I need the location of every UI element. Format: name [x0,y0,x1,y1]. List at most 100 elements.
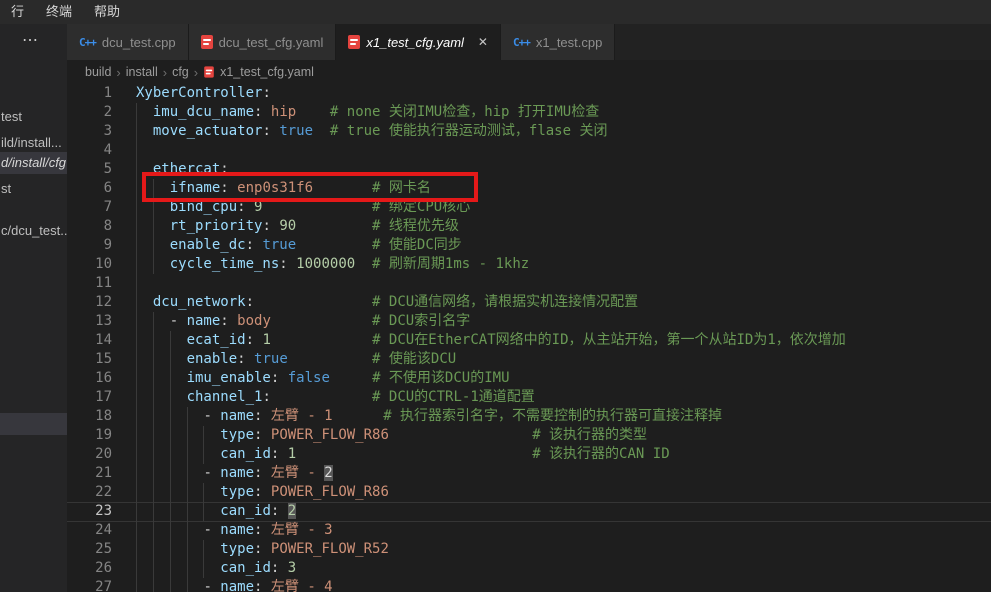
sidebar-list-item[interactable] [0,413,67,435]
code-token: # 执行器索引名字，不需要控制的执行器可直接注释掉 [383,408,722,424]
code-line: 27 - name: 左臂 - 4 [67,578,991,592]
code-line-content [136,141,991,160]
code-token: enp0s31f6 [237,180,313,196]
breadcrumb-item-cfg[interactable]: cfg [172,65,189,79]
line-number[interactable]: 11 [67,274,136,293]
code-token [136,123,153,139]
more-actions-icon[interactable]: ⋯ [22,30,39,50]
code-token [262,199,372,215]
code-line-content: imu_enable: false # 不使用该DCU的IMU [136,369,991,388]
line-number[interactable]: 13 [67,312,136,331]
code-token: # DCU索引名字 [372,313,470,329]
breadcrumb-item-build[interactable]: build [85,65,111,79]
line-number[interactable]: 2 [67,103,136,122]
line-number[interactable]: 5 [67,160,136,179]
sidebar-list-item[interactable]: test [0,106,67,128]
code-line: 5 ethercat: [67,160,991,179]
code-token: move_actuator [153,123,263,139]
sidebar-list-item[interactable]: ild/install... [0,132,67,154]
code-token [288,256,296,272]
line-number[interactable]: 25 [67,540,136,559]
code-token: - [203,465,220,481]
code-token [262,465,270,481]
tab-x1_test_cfg.yaml[interactable]: x1_test_cfg.yaml✕ [336,24,501,60]
code-line-content: can_id: 2 [136,502,991,521]
line-number[interactable]: 4 [67,141,136,160]
line-number[interactable]: 8 [67,217,136,236]
line-number[interactable]: 16 [67,369,136,388]
code-token: channel_1 [187,389,263,405]
line-number[interactable]: 9 [67,236,136,255]
code-token: - [203,579,220,592]
code-token: hip [271,104,296,120]
breadcrumb-item-file[interactable]: x1_test_cfg.yaml [220,65,314,79]
line-number[interactable]: 22 [67,483,136,502]
line-number[interactable]: 6 [67,179,136,198]
code-token: enable_dc [170,237,246,253]
tab-x1_test.cpp[interactable]: C++x1_test.cpp [501,24,615,60]
sidebar-list-item[interactable]: st [0,178,67,200]
sidebar-list-item[interactable]: c/dcu_test... [0,220,67,242]
menu-item-帮助[interactable]: 帮助 [85,0,129,24]
code-token: : [220,180,228,196]
tab-dcu_test_cfg.yaml[interactable]: dcu_test_cfg.yaml [189,24,337,60]
line-number[interactable]: 27 [67,578,136,592]
code-line-content: XyberController: [136,84,991,103]
code-line-content: - name: body # DCU索引名字 [136,312,991,331]
code-token: 1 [262,332,270,348]
code-line-content: - name: 左臂 - 3 [136,521,991,540]
line-number[interactable]: 19 [67,426,136,445]
code-token: rt_priority [170,218,263,234]
code-token [262,484,270,500]
menu-item-行[interactable]: 行 [2,0,33,24]
line-number[interactable]: 12 [67,293,136,312]
line-number[interactable]: 7 [67,198,136,217]
code-token: 2 [324,465,332,481]
code-token [136,446,220,462]
code-token: enable [187,351,238,367]
line-number[interactable]: 17 [67,388,136,407]
code-line: 20 can_id: 1 # 该执行器的CAN ID [67,445,991,464]
tab-dcu_test.cpp[interactable]: C++dcu_test.cpp [67,24,189,60]
sidebar[interactable]: ⋯ test ild/install...d/install/cfg st c/dcu… [0,24,67,592]
code-token: : [220,313,228,329]
breadcrumb-item-install[interactable]: install [126,65,158,79]
menu-item-终端[interactable]: 终端 [37,0,81,24]
code-token [136,294,153,310]
code-token [136,199,170,215]
breadcrumb-separator-icon: › [116,65,120,80]
code-token [254,294,372,310]
code-line: 3 move_actuator: true # true 使能执行器运动测试，f… [67,122,991,141]
code-token: 2 [288,503,296,519]
code-token [296,218,372,234]
menu-bar: 行终端帮助 [0,0,991,24]
line-number[interactable]: 26 [67,559,136,578]
code-editor[interactable]: 1XyberController:2 imu_dcu_name: hip # n… [67,84,991,592]
line-number[interactable]: 14 [67,331,136,350]
code-token: name [220,579,254,592]
code-line-content: channel_1: # DCU的CTRL-1通道配置 [136,388,991,407]
code-token: 左臂 - 1 [271,408,333,424]
cpp-file-icon: C++ [513,36,530,49]
code-token: can_id [220,503,271,519]
line-number[interactable]: 3 [67,122,136,141]
line-number[interactable]: 20 [67,445,136,464]
code-token [136,180,170,196]
line-number[interactable]: 15 [67,350,136,369]
line-number[interactable]: 10 [67,255,136,274]
code-token: # 该执行器的CAN ID [532,446,669,462]
code-token: XyberController [136,85,262,101]
line-number[interactable]: 23 [67,502,136,521]
line-number[interactable]: 1 [67,84,136,103]
code-token: # 使能DC同步 [372,237,462,253]
line-number[interactable]: 24 [67,521,136,540]
sidebar-list-item[interactable]: d/install/cfg [0,152,67,174]
line-number[interactable]: 21 [67,464,136,483]
close-icon[interactable]: ✕ [478,35,488,49]
code-line: 24 - name: 左臂 - 3 [67,521,991,540]
code-line-content: ethercat: [136,160,991,179]
code-token: imu_enable [187,370,271,386]
line-number[interactable]: 18 [67,407,136,426]
code-token [296,446,532,462]
code-token: true [254,351,288,367]
